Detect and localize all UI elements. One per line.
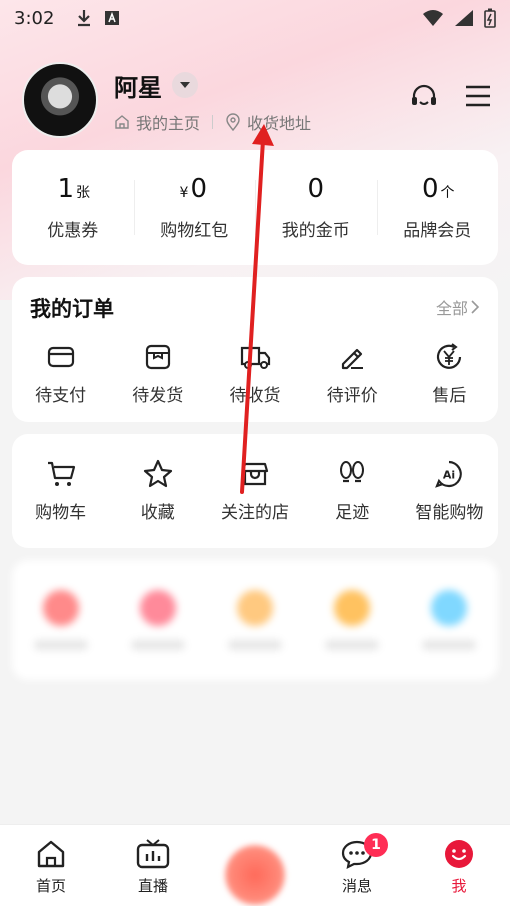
asset-coupons[interactable]: 1 张 优惠券 xyxy=(12,150,134,265)
assets-card: 1 张 优惠券 ¥ 0 购物红包 0 我的金币 0 个 品牌会员 xyxy=(12,150,498,265)
asset-unit: 张 xyxy=(76,185,91,201)
signal-icon xyxy=(455,10,473,26)
tab-center-action[interactable] xyxy=(204,825,306,906)
tool-label: 足迹 xyxy=(335,503,370,523)
asset-gold-coins[interactable]: 0 我的金币 xyxy=(255,150,377,265)
status-time: 3:02 xyxy=(14,7,55,29)
star-icon xyxy=(143,459,172,488)
placeholder-blob xyxy=(431,590,468,626)
cart-icon xyxy=(47,461,75,486)
order-pending-review[interactable]: 待评价 xyxy=(304,341,401,406)
bottom-tab-bar: 首页 直播 1 消息 我 xyxy=(0,824,510,906)
tools-card: 购物车 收藏 关注的店 足迹 Ai 智能购物 xyxy=(12,434,498,548)
order-item-label: 待支付 xyxy=(35,386,87,406)
tool-label: 智能购物 xyxy=(415,503,484,523)
placeholder-blob xyxy=(42,590,79,626)
tool-label: 收藏 xyxy=(140,503,175,523)
tool-label: 关注的店 xyxy=(221,503,289,523)
package-icon xyxy=(145,344,170,370)
tool-smart-shopping[interactable]: Ai 智能购物 xyxy=(401,458,498,523)
tv-icon xyxy=(136,839,170,869)
order-item-label: 待发货 xyxy=(132,386,184,406)
battery-icon xyxy=(484,8,496,28)
asset-label: 品牌会员 xyxy=(403,221,472,241)
tab-label: 我 xyxy=(451,877,467,895)
order-pending-payment[interactable]: 待支付 xyxy=(12,341,109,406)
svg-text:Ai: Ai xyxy=(443,469,455,482)
placeholder-blob xyxy=(237,590,273,626)
footprint-icon xyxy=(340,461,365,483)
orders-title: 我的订单 xyxy=(30,297,114,321)
asset-red-packet[interactable]: ¥ 0 购物红包 xyxy=(133,150,256,265)
account-switch-button[interactable] xyxy=(172,72,198,98)
asset-unit: 个 xyxy=(440,185,455,201)
asset-prefix: ¥ xyxy=(179,185,189,201)
menu-icon[interactable] xyxy=(464,82,492,110)
tab-label: 消息 xyxy=(341,877,372,895)
pen-icon xyxy=(342,348,364,370)
orders-card: 我的订单 全部 待支付 待发货 待收货 待评价 售后 xyxy=(12,277,498,422)
username[interactable]: 阿星 xyxy=(114,68,162,103)
tab-label: 首页 xyxy=(35,877,66,895)
home-outline-icon xyxy=(115,115,129,129)
asset-value: 0 xyxy=(307,174,325,204)
message-badge: 1 xyxy=(364,833,388,857)
asset-brand-membership[interactable]: 0 个 品牌会员 xyxy=(376,150,499,265)
divider xyxy=(212,115,214,129)
wallet-icon xyxy=(47,346,74,368)
wifi-icon xyxy=(423,10,443,26)
customer-service-icon[interactable] xyxy=(408,82,440,114)
loading-placeholder-card xyxy=(12,560,498,680)
tab-messages[interactable]: 1 消息 xyxy=(306,825,408,906)
truck-icon xyxy=(240,346,271,369)
tool-label: 购物车 xyxy=(35,503,87,523)
asset-value: 0 xyxy=(190,174,207,204)
tab-home[interactable]: 首页 xyxy=(0,825,102,906)
tab-label: 直播 xyxy=(137,877,168,895)
avatar[interactable] xyxy=(22,62,98,138)
profile-header: 阿星 我的主页 收货地址 xyxy=(22,62,492,140)
smile-icon xyxy=(445,840,473,868)
tab-live[interactable]: 直播 xyxy=(102,825,204,906)
orders-all-label: 全部 xyxy=(435,299,468,318)
asset-value: 0 xyxy=(421,174,439,204)
placeholder-bar xyxy=(33,640,88,650)
homepage-link[interactable]: 我的主页 xyxy=(136,110,200,134)
address-link[interactable]: 收货地址 xyxy=(247,110,311,134)
order-after-sales[interactable]: 售后 xyxy=(401,341,498,406)
ai-icon: Ai xyxy=(435,460,463,488)
order-item-label: 售后 xyxy=(432,386,467,406)
status-bar: 3:02 xyxy=(0,0,510,36)
placeholder-bar xyxy=(422,640,477,650)
placeholder-bar xyxy=(130,640,185,650)
asset-label: 购物红包 xyxy=(160,221,229,241)
placeholder-bar xyxy=(228,640,282,650)
app-notification-icon xyxy=(105,11,120,25)
order-pending-shipment[interactable]: 待发货 xyxy=(109,341,206,406)
refund-icon xyxy=(437,343,462,369)
order-pending-receipt[interactable]: 待收货 xyxy=(206,341,303,406)
tool-cart[interactable]: 购物车 xyxy=(12,458,109,523)
chevron-right-icon xyxy=(471,300,480,314)
chevron-down-icon xyxy=(180,82,190,88)
tool-favorites[interactable]: 收藏 xyxy=(109,458,206,523)
tool-followed-stores[interactable]: 关注的店 xyxy=(206,458,303,523)
placeholder-blob xyxy=(334,590,371,626)
asset-label: 优惠券 xyxy=(47,221,99,241)
asset-label: 我的金币 xyxy=(281,221,350,241)
order-item-label: 待收货 xyxy=(229,386,281,406)
orders-all-link[interactable]: 全部 xyxy=(436,295,480,319)
download-icon xyxy=(78,10,91,27)
center-action-icon xyxy=(225,845,285,905)
asset-value: 1 xyxy=(57,174,75,204)
tab-me[interactable]: 我 xyxy=(408,825,510,906)
placeholder-bar xyxy=(325,640,380,650)
location-icon xyxy=(226,113,240,131)
order-item-label: 待评价 xyxy=(326,386,378,406)
store-icon xyxy=(241,462,269,486)
placeholder-blob xyxy=(139,590,176,626)
tool-footprints[interactable]: 足迹 xyxy=(304,458,401,523)
home-icon xyxy=(37,840,65,868)
